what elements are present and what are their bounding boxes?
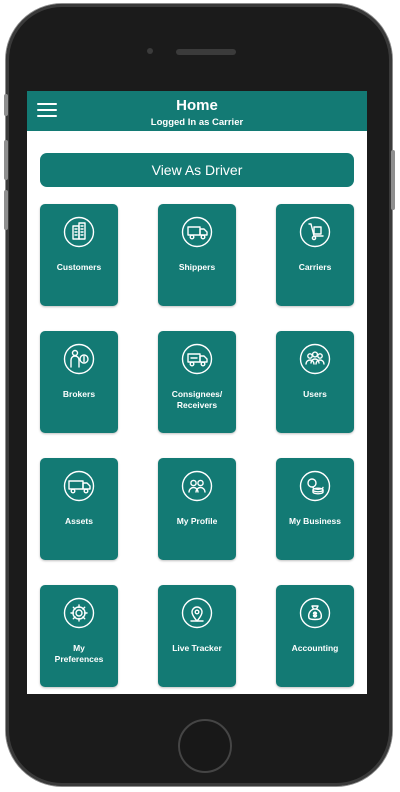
- tile-brokers[interactable]: Brokers: [40, 331, 118, 433]
- hand-truck-icon: [299, 216, 331, 248]
- tile-label: My Business: [289, 516, 341, 526]
- tile-my-profile[interactable]: My Profile: [158, 458, 236, 560]
- users-group-icon: [299, 343, 331, 375]
- tile-label: Accounting: [291, 643, 339, 653]
- truck-side-icon: [63, 470, 95, 502]
- tile-label: Users: [303, 389, 327, 399]
- location-pin-icon: [181, 597, 213, 629]
- tile-label: My Profile: [176, 516, 218, 526]
- delivery-truck-icon: [181, 343, 213, 375]
- profile-users-icon: [181, 470, 213, 502]
- tile-label: Carriers: [298, 262, 332, 272]
- mute-switch: [4, 94, 8, 116]
- front-camera: [147, 48, 153, 54]
- tile-assets[interactable]: Assets: [40, 458, 118, 560]
- volume-down-button: [4, 190, 8, 230]
- page-title: Home: [176, 97, 218, 114]
- volume-up-button: [4, 140, 8, 180]
- login-role-subtitle: Logged In as Carrier: [150, 117, 244, 128]
- coins-icon: [299, 470, 331, 502]
- tile-live-tracker[interactable]: Live Tracker: [158, 585, 236, 687]
- tile-my-preferences[interactable]: My Preferences: [40, 585, 118, 687]
- tile-shippers[interactable]: Shippers: [158, 204, 236, 306]
- gear-icon: [63, 597, 95, 629]
- tile-consignees-receivers[interactable]: Consignees/ Receivers: [158, 331, 236, 433]
- earpiece-speaker: [176, 49, 236, 55]
- tile-accounting[interactable]: Accounting: [276, 585, 354, 687]
- tile-customers[interactable]: Customers: [40, 204, 118, 306]
- home-button[interactable]: [178, 719, 232, 773]
- app-screen: Home Logged In as Carrier View As Driver…: [27, 91, 367, 694]
- tile-label: Customers: [56, 262, 102, 272]
- tile-users[interactable]: Users: [276, 331, 354, 433]
- building-icon: [63, 216, 95, 248]
- tile-label: Shippers: [178, 262, 216, 272]
- tile-label: Live Tracker: [172, 643, 222, 653]
- app-header: Home Logged In as Carrier: [27, 91, 367, 131]
- tile-my-business[interactable]: My Business: [276, 458, 354, 560]
- power-button: [391, 150, 395, 210]
- tile-label: My Preferences: [54, 643, 104, 664]
- tile-label: Assets: [65, 516, 93, 526]
- tile-label: Brokers: [62, 389, 96, 399]
- tile-label: Consignees/ Receivers: [171, 389, 223, 410]
- truck-icon: [181, 216, 213, 248]
- broker-person-dollar-icon: [63, 343, 95, 375]
- money-bag-icon: [299, 597, 331, 629]
- tile-carriers[interactable]: Carriers: [276, 204, 354, 306]
- view-as-driver-button[interactable]: View As Driver: [40, 153, 354, 187]
